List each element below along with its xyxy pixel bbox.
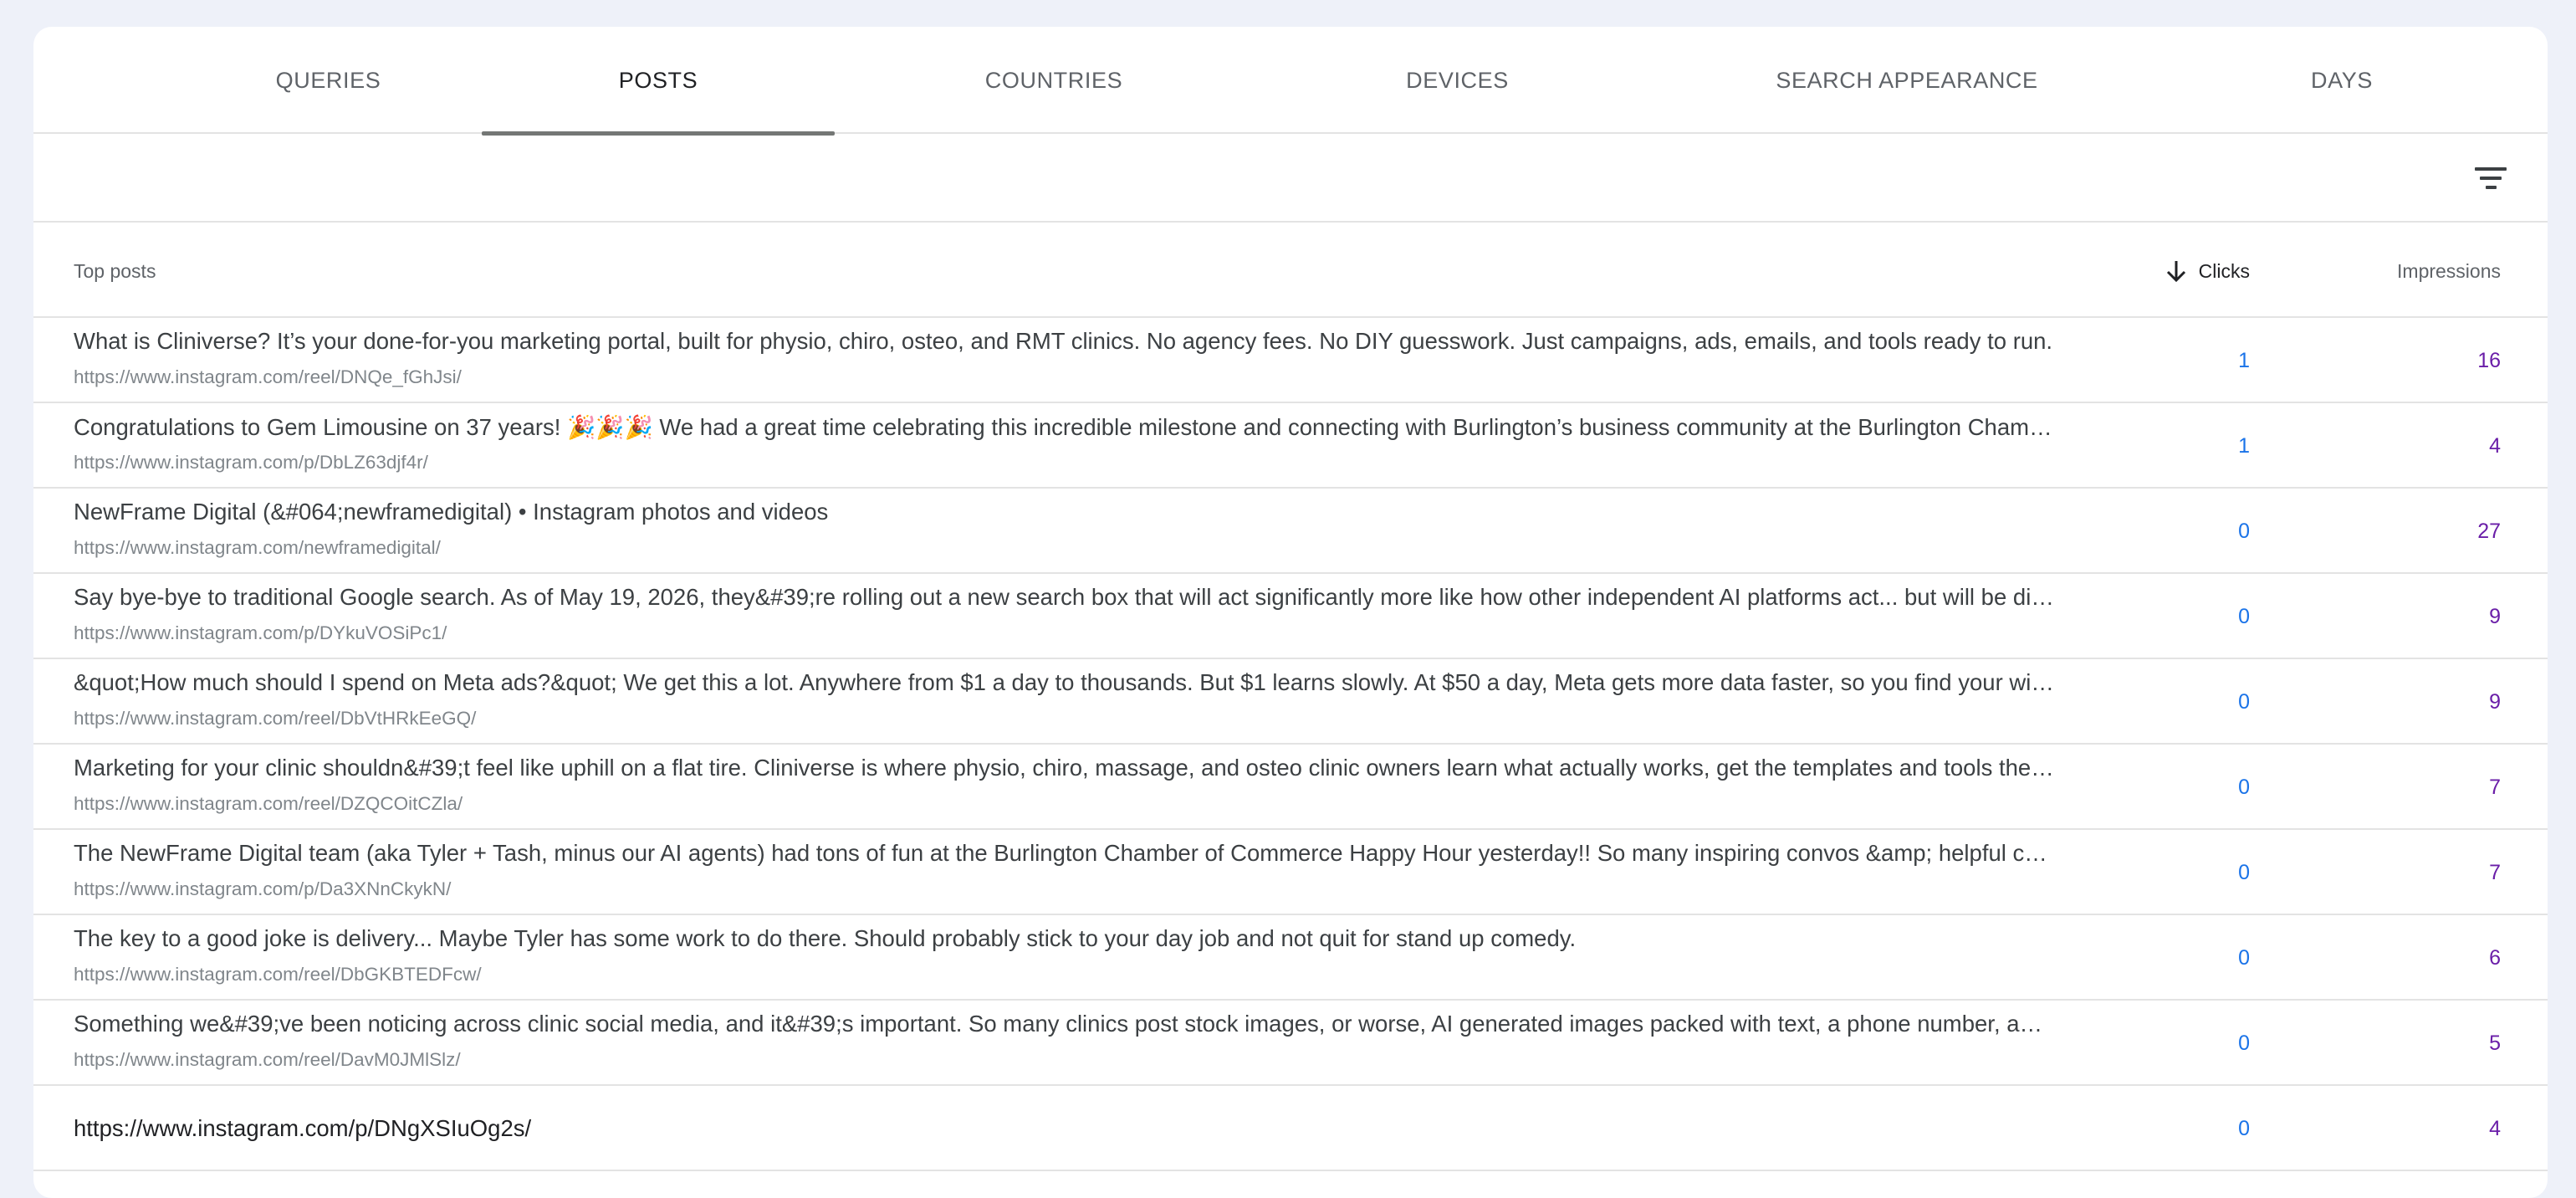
- table-row[interactable]: &quot;How much should I spend on Meta ad…: [33, 659, 2548, 745]
- clicks-value: 0: [2238, 945, 2250, 970]
- post-url[interactable]: https://www.instagram.com/newframedigita…: [74, 537, 2054, 559]
- tab-queries[interactable]: QUERIES: [188, 27, 468, 134]
- table-title: Top posts: [74, 259, 156, 282]
- clicks-value: 0: [2238, 519, 2250, 543]
- table-row[interactable]: https://www.instagram.com/p/DNgXSIuOg2s/…: [33, 1086, 2548, 1171]
- table-row[interactable]: Marketing for your clinic shouldn&#39;t …: [33, 745, 2548, 830]
- clicks-value: 0: [2238, 604, 2250, 628]
- tab-label: COUNTRIES: [984, 67, 1123, 93]
- post-title: Marketing for your clinic shouldn&#39;t …: [74, 755, 2054, 781]
- tab-label: SEARCH APPEARANCE: [1776, 67, 2038, 93]
- post-title: Congratulations to Gem Limousine on 37 y…: [74, 414, 2054, 440]
- post-title: NewFrame Digital (&#064;newframedigital)…: [74, 499, 829, 525]
- tab-bar: QUERIES POSTS COUNTRIES DEVICES SEARCH A…: [33, 27, 2548, 136]
- impressions-value: 9: [2489, 689, 2501, 714]
- impressions-column-label: Impressions: [2397, 259, 2501, 282]
- tab-days[interactable]: DAYS: [2175, 27, 2509, 134]
- tab-countries[interactable]: COUNTRIES: [878, 27, 1229, 134]
- post-title: &quot;How much should I spend on Meta ad…: [74, 669, 2054, 695]
- impressions-value: 6: [2489, 945, 2501, 970]
- impressions-value: 7: [2489, 775, 2501, 799]
- post-url[interactable]: https://www.instagram.com/p/DbLZ63djf4r/: [74, 452, 2054, 474]
- impressions-value: 9: [2489, 604, 2501, 628]
- clicks-column-label: Clicks: [2198, 259, 2250, 282]
- clicks-value: 1: [2238, 433, 2250, 458]
- impressions-value: 27: [2477, 519, 2501, 543]
- post-url[interactable]: https://www.instagram.com/p/Da3XNnCkykN/: [74, 878, 2054, 900]
- impressions-value: 4: [2489, 1116, 2501, 1140]
- table-row[interactable]: NewFrame Digital (&#064;newframedigital)…: [33, 489, 2548, 574]
- post-url[interactable]: https://www.instagram.com/reel/DNQe_fGhJ…: [74, 366, 2054, 388]
- post-url[interactable]: https://www.instagram.com/reel/DZQCOitCZ…: [74, 793, 2054, 815]
- clicks-value: 0: [2238, 1116, 2250, 1140]
- clicks-value: 1: [2238, 348, 2250, 372]
- performance-card: QUERIES POSTS COUNTRIES DEVICES SEARCH A…: [33, 27, 2548, 1198]
- tab-search-appearance[interactable]: SEARCH APPEARANCE: [1685, 27, 2129, 134]
- clicks-value: 0: [2238, 860, 2250, 884]
- post-url[interactable]: https://www.instagram.com/p/DNgXSIuOg2s/: [74, 1086, 531, 1171]
- tab-label: DEVICES: [1406, 67, 1509, 93]
- post-title: The NewFrame Digital team (aka Tyler + T…: [74, 840, 2054, 866]
- post-title: What is Cliniverse? It’s your done-for-y…: [74, 328, 2053, 354]
- post-url[interactable]: https://www.instagram.com/reel/DbVtHRkEe…: [74, 708, 2054, 730]
- impressions-column-header[interactable]: Impressions: [2397, 224, 2501, 318]
- impressions-value: 16: [2477, 348, 2501, 372]
- filter-icon[interactable]: [2469, 159, 2512, 197]
- post-url[interactable]: https://www.instagram.com/reel/DbGKBTEDF…: [74, 964, 2054, 986]
- clicks-value: 0: [2238, 689, 2250, 714]
- table-toolbar: [33, 136, 2548, 223]
- table-header: Top posts Clicks Impressions: [33, 224, 2548, 318]
- arrow-down-icon: [2166, 261, 2185, 283]
- tab-label: DAYS: [2311, 67, 2373, 93]
- post-url[interactable]: https://www.instagram.com/p/DYkuVOSiPc1/: [74, 622, 2054, 644]
- post-title: Say bye-bye to traditional Google search…: [74, 584, 2054, 610]
- impressions-value: 4: [2489, 433, 2501, 458]
- table-row[interactable]: The key to a good joke is delivery... Ma…: [33, 915, 2548, 1001]
- tab-posts[interactable]: POSTS: [482, 27, 835, 136]
- tab-label: POSTS: [618, 67, 698, 93]
- impressions-value: 7: [2489, 860, 2501, 884]
- clicks-column-header[interactable]: Clicks: [2165, 224, 2250, 318]
- clicks-value: 0: [2238, 1031, 2250, 1055]
- tab-label: QUERIES: [275, 67, 381, 93]
- post-title: The key to a good joke is delivery... Ma…: [74, 925, 1577, 951]
- tab-devices[interactable]: DEVICES: [1263, 27, 1652, 134]
- post-title: Something we&#39;ve been noticing across…: [74, 1011, 2054, 1037]
- table-row[interactable]: Say bye-bye to traditional Google search…: [33, 574, 2548, 659]
- table-row[interactable]: The NewFrame Digital team (aka Tyler + T…: [33, 830, 2548, 915]
- table-row[interactable]: Something we&#39;ve been noticing across…: [33, 1001, 2548, 1086]
- post-url[interactable]: https://www.instagram.com/reel/DavM0JMlS…: [74, 1049, 2054, 1071]
- table-body: What is Cliniverse? It’s your done-for-y…: [33, 318, 2548, 1171]
- table-row[interactable]: What is Cliniverse? It’s your done-for-y…: [33, 318, 2548, 403]
- table-row[interactable]: Congratulations to Gem Limousine on 37 y…: [33, 403, 2548, 489]
- clicks-value: 0: [2238, 775, 2250, 799]
- impressions-value: 5: [2489, 1031, 2501, 1055]
